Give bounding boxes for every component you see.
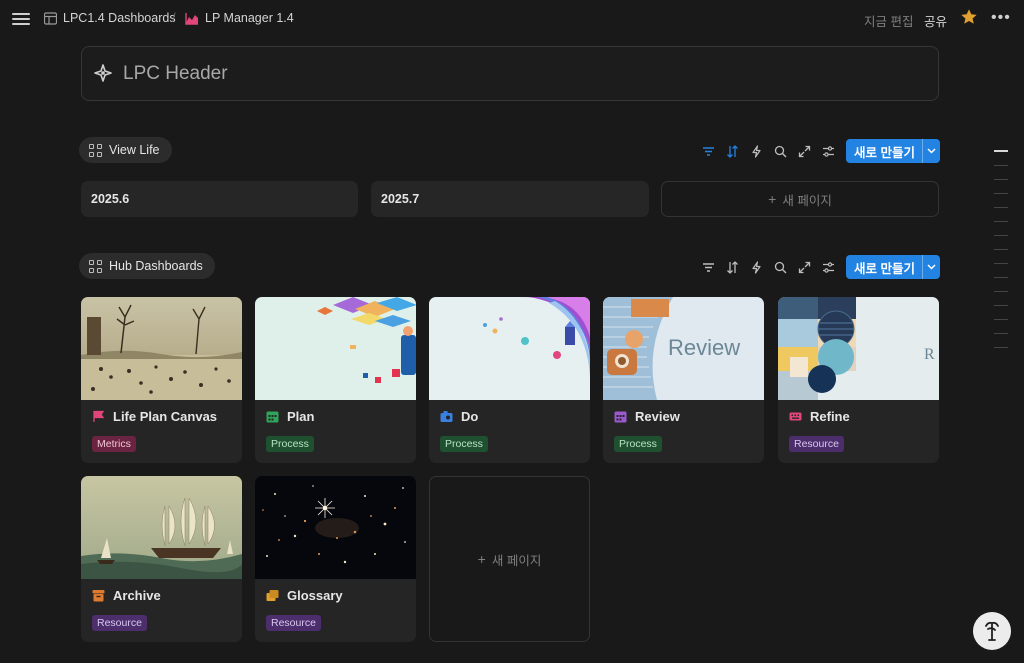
folder-icon [266,590,279,601]
category-tag: Resource [266,615,321,631]
help-icon [985,621,999,641]
thumb-text: R [924,346,935,363]
chevron-down-icon[interactable] [921,139,940,163]
cover-image [255,297,416,400]
category-tag: Process [266,436,314,452]
top-bar: LPC1.4 Dashboards / LP Manager 1.4 지금 편집… [0,0,1024,38]
card-title: 2025.6 [91,192,130,206]
cover-image: Review [603,297,764,400]
cover-image [81,476,242,579]
automation-icon[interactable] [744,255,768,279]
chevron-down-icon[interactable] [921,255,940,279]
section-title-label: View Life [109,143,160,157]
expand-icon[interactable] [792,255,816,279]
expand-icon[interactable] [792,139,816,163]
gallery-card[interactable]: 2025.7 [371,181,649,217]
new-button-label: 새로 만들기 [854,261,915,276]
card-title: Plan [287,409,315,424]
new-page-label: 새 페이지 [782,193,832,208]
new-button-label: 새로 만들기 [854,145,915,160]
hub-toolbar: 새로 만들기 [696,255,940,279]
cover-image [81,297,242,400]
settings-sliders-icon[interactable] [816,139,840,163]
card-title: Refine [810,409,850,424]
category-tag: Process [440,436,488,452]
section-title-label: Hub Dashboards [109,259,203,273]
dashboard-card-plan[interactable]: Plan Process [255,297,416,463]
cover-image: R [778,297,939,400]
breadcrumb-label: LP Manager 1.4 [205,11,294,25]
new-button[interactable]: 새로 만들기 [846,255,940,279]
card-title: Archive [113,588,161,603]
star-icon[interactable] [960,8,978,26]
gallery-icon [89,259,102,273]
dashboard-card-do[interactable]: Do Process [429,297,590,463]
sort-icon[interactable] [720,255,744,279]
camera-icon [440,411,453,422]
dashboard-card-refine[interactable]: R Refine Resource [778,297,939,463]
keyboard-icon [789,412,802,421]
card-title: Review [635,409,680,424]
cover-image [255,476,416,579]
view-life-toolbar: 새로 만들기 [696,139,940,163]
search-icon[interactable] [768,255,792,279]
view-life-title[interactable]: View Life [79,137,172,163]
dashboard-card-archive[interactable]: Archive Resource [81,476,242,642]
category-tag: Resource [789,436,844,452]
filter-icon[interactable] [696,255,720,279]
header-callout[interactable]: LPC Header [81,46,939,101]
breadcrumb-lp-manager[interactable]: LP Manager 1.4 [185,11,294,25]
automation-icon[interactable] [744,139,768,163]
gallery-icon [89,143,102,157]
new-page-label: 새 페이지 [491,553,542,568]
card-title: Do [461,409,479,424]
dashboard-card-glossary[interactable]: Glossary Resource [255,476,416,642]
hub-dashboards-title[interactable]: Hub Dashboards [79,253,215,279]
new-button[interactable]: 새로 만들기 [846,139,940,163]
menu-icon[interactable] [12,10,30,26]
category-tag: Resource [92,615,147,631]
more-options-icon[interactable]: ••• [991,9,1011,27]
category-tag: Metrics [92,436,136,452]
new-page-button[interactable]: + 새 페이지 [429,476,590,642]
dashboard-card-review[interactable]: Review Review Process [603,297,764,463]
calendar-icon [614,411,627,423]
gallery-card[interactable]: 2025.6 [81,181,358,217]
breadcrumb-separator: / [172,10,176,25]
share-button[interactable]: 공유 [924,11,947,30]
compass-icon [94,64,112,82]
thumb-text: Review [668,335,740,360]
new-page-button[interactable]: + 새 페이지 [661,181,939,217]
breadcrumb-dashboards[interactable]: LPC1.4 Dashboards [44,11,176,25]
breadcrumb-label: LPC1.4 Dashboards [63,11,176,25]
filter-icon[interactable] [696,139,720,163]
flag-icon [93,410,105,422]
help-button[interactable] [973,612,1011,650]
category-tag: Process [614,436,662,452]
card-title: 2025.7 [381,192,420,206]
edited-status: 지금 편집 [864,15,914,29]
page-outline-rail[interactable] [994,150,1008,361]
header-title: LPC Header [123,63,228,84]
sort-icon[interactable] [720,139,744,163]
chart-icon [185,12,198,25]
cover-image [429,297,590,400]
dashboard-card-life-plan-canvas[interactable]: Life Plan Canvas Metrics [81,297,242,463]
table-icon [44,11,57,25]
card-title: Glossary [287,588,343,603]
settings-sliders-icon[interactable] [816,255,840,279]
calendar-icon [266,411,279,423]
archive-icon [92,590,105,602]
plus-icon: + [477,551,486,567]
search-icon[interactable] [768,139,792,163]
card-title: Life Plan Canvas [113,409,218,424]
plus-icon: + [768,191,777,207]
